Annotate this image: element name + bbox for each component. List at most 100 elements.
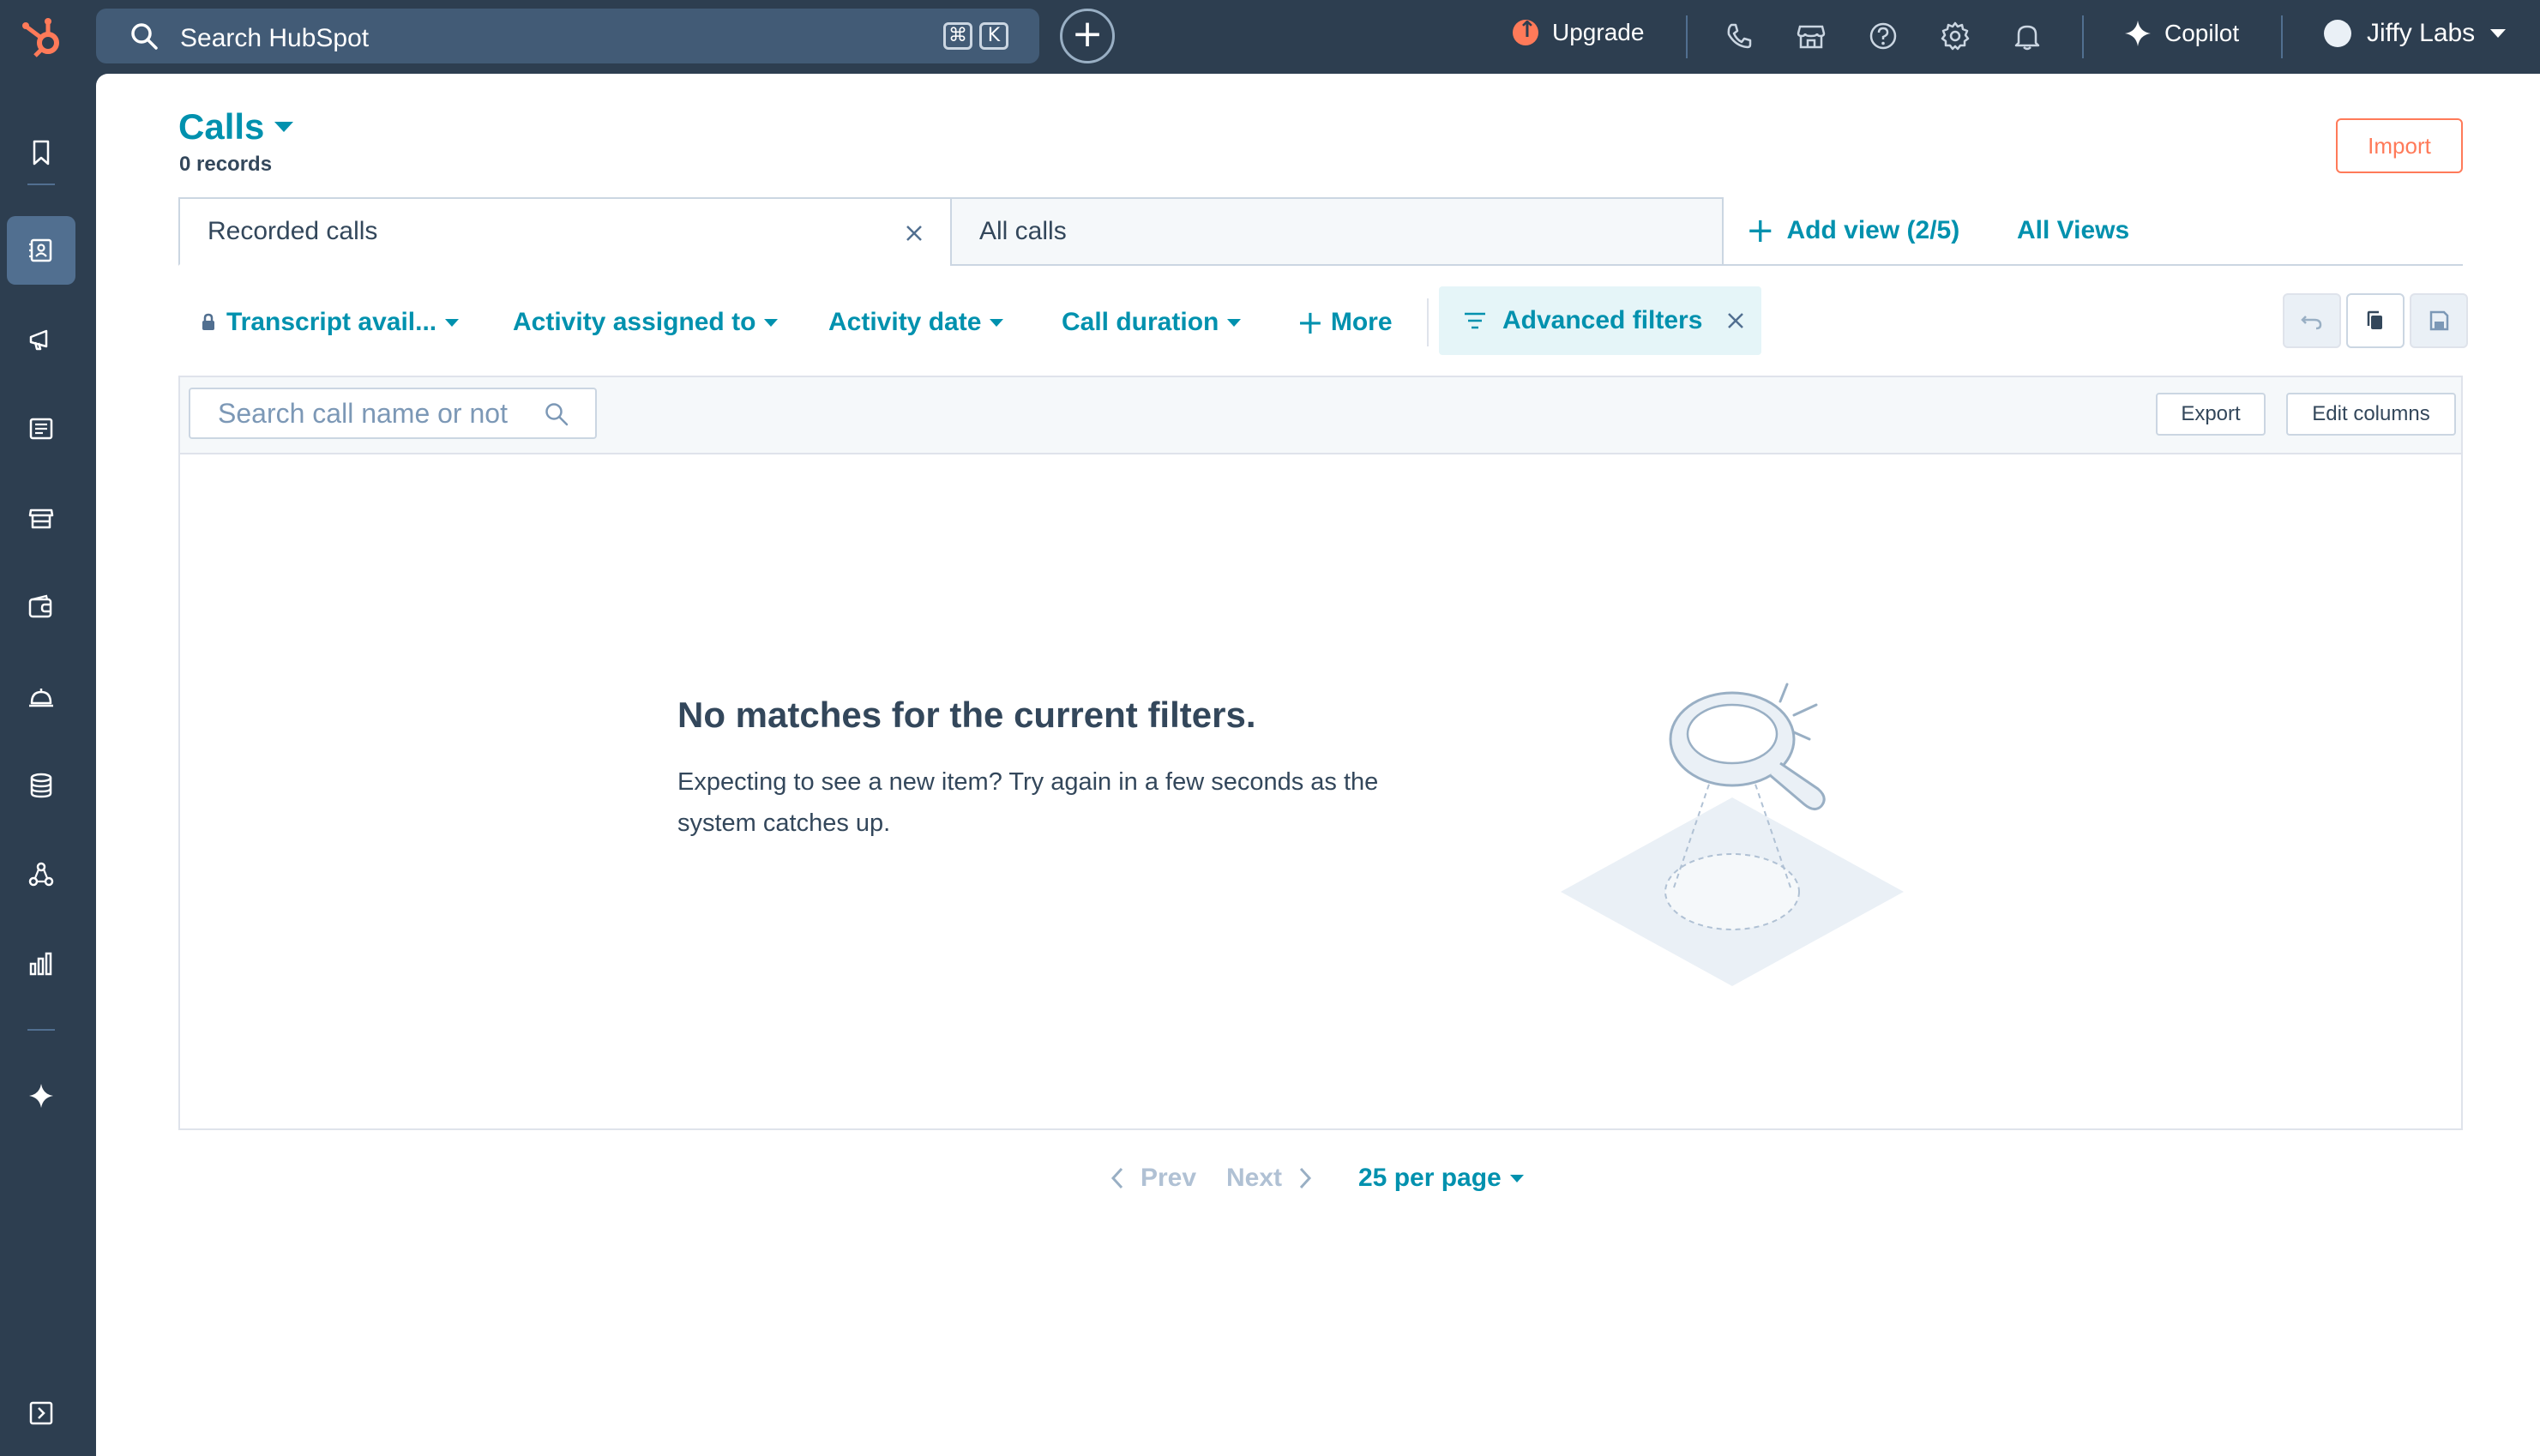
filter-label: Activity assigned to	[513, 308, 756, 336]
megaphone-icon	[29, 329, 48, 351]
caret-down-icon	[1227, 318, 1242, 327]
view-tab-all-calls[interactable]: All calls	[950, 197, 1724, 266]
save-view-button[interactable]	[2410, 293, 2468, 348]
chevron-left-icon	[1110, 1167, 1123, 1189]
all-views-link[interactable]: All Views	[2017, 216, 2129, 245]
hubspot-logo-icon[interactable]	[19, 12, 69, 62]
content-icon	[29, 418, 53, 440]
filter-activity-assigned-to[interactable]: Activity assigned to	[513, 305, 779, 340]
help-icon[interactable]	[1866, 19, 1900, 53]
sidebar-item-reporting[interactable]	[7, 930, 75, 998]
database-icon	[30, 773, 52, 798]
quick-create-button[interactable]: +	[1060, 9, 1115, 63]
advanced-filters-button[interactable]: Advanced filters	[1439, 286, 1761, 355]
close-icon[interactable]	[1724, 309, 1748, 333]
sidebar-item-commerce[interactable]	[7, 484, 75, 552]
copilot-label: Copilot	[2164, 20, 2240, 46]
topbar-divider	[2281, 15, 2283, 58]
search-icon	[131, 23, 158, 50]
caret-down-icon	[445, 318, 460, 327]
sidebar-divider	[27, 1029, 55, 1031]
sparkle-icon	[29, 1084, 53, 1108]
filter-label: Activity date	[828, 308, 982, 336]
sidebar-item-service[interactable]	[7, 662, 75, 731]
account-name: Jiffy Labs	[2367, 19, 2476, 47]
close-icon[interactable]	[902, 221, 926, 245]
storefront-icon	[28, 508, 54, 529]
tab-divider	[1724, 264, 2463, 266]
search-icon	[545, 403, 569, 426]
filter-call-duration[interactable]: Call duration	[1062, 305, 1242, 340]
caret-down-icon	[764, 318, 779, 327]
upgrade-arrow-icon	[1513, 17, 1538, 45]
add-view-label: Add view (2/5)	[1786, 216, 1960, 244]
next-page-button[interactable]: Next	[1226, 1161, 1315, 1195]
sidebar-item-sales[interactable]	[7, 573, 75, 641]
global-search-placeholder: Search HubSpot	[180, 24, 370, 52]
record-count: 0 records	[179, 153, 273, 176]
filter-activity-date[interactable]: Activity date	[828, 305, 1004, 340]
export-button[interactable]: Export	[2156, 393, 2266, 436]
prev-page-button[interactable]: Prev	[1108, 1161, 1196, 1195]
topbar-divider	[2082, 15, 2084, 58]
sidebar-divider	[27, 184, 55, 185]
plus-icon: +	[1746, 211, 1775, 250]
service-bell-icon	[29, 689, 53, 707]
caret-down-icon	[1509, 1174, 1524, 1182]
caret-down-icon	[990, 318, 1004, 327]
object-selector[interactable]: Calls	[178, 106, 294, 147]
view-tab-label: Recorded calls	[208, 217, 378, 245]
marketplace-icon[interactable]	[1794, 19, 1828, 53]
per-page-selector[interactable]: 25 per page	[1358, 1161, 1524, 1195]
magnifier-illustration	[1561, 683, 1904, 986]
more-filters-button[interactable]: + More	[1297, 304, 1393, 341]
reset-view-button[interactable]	[2283, 293, 2341, 348]
copilot-button[interactable]: Copilot	[2123, 19, 2239, 48]
empty-state-title: No matches for the current filters.	[677, 695, 1256, 735]
edit-columns-button[interactable]: Edit columns	[2286, 393, 2456, 436]
lock-icon	[202, 313, 214, 330]
sidebar-item-automation[interactable]	[7, 840, 75, 909]
undo-icon	[2301, 316, 2322, 330]
copy-icon	[2367, 310, 2382, 329]
upgrade-label: Upgrade	[1552, 19, 1645, 45]
chevron-down-icon	[2490, 29, 2507, 38]
sidebar-item-data-management[interactable]	[7, 751, 75, 820]
sidebar-item-content[interactable]	[7, 394, 75, 463]
filter-transcript-available[interactable]: Transcript avail...	[201, 305, 460, 340]
settings-icon[interactable]	[1938, 19, 1972, 53]
avatar	[2324, 20, 2351, 47]
command-key-hint: ⌘	[943, 22, 972, 50]
sidebar-item-crm[interactable]	[7, 216, 75, 285]
table-toolbar: Search call name or not Export Edit colu…	[180, 377, 2461, 454]
topbar-divider	[1686, 15, 1688, 58]
sidebar-item-bookmarks[interactable]	[7, 118, 75, 187]
sidebar-item-breeze[interactable]	[7, 1062, 75, 1130]
phone-icon[interactable]	[1722, 19, 1756, 53]
per-page-label: 25 per page	[1358, 1164, 1502, 1192]
add-view-button[interactable]: + Add view (2/5)	[1746, 211, 1960, 250]
top-navigation: Search HubSpot ⌘ K + Upgrade Copilot	[0, 0, 2540, 74]
global-search-input[interactable]: Search HubSpot ⌘ K	[96, 9, 1039, 63]
notifications-icon[interactable]	[2010, 19, 2044, 53]
upgrade-button[interactable]: Upgrade	[1513, 17, 1645, 46]
import-button[interactable]: Import	[2336, 118, 2463, 173]
sidebar-expand-button[interactable]	[7, 1379, 75, 1447]
clone-view-button[interactable]	[2346, 293, 2405, 348]
bookmark-icon	[33, 140, 50, 165]
advanced-filters-label: Advanced filters	[1502, 306, 1703, 334]
caret-down-icon	[274, 122, 294, 132]
save-icon	[2429, 310, 2449, 331]
filter-label: Transcript avail...	[226, 308, 437, 336]
sidebar-item-marketing[interactable]	[7, 305, 75, 374]
contacts-icon	[29, 238, 52, 262]
table-search-input[interactable]: Search call name or not	[189, 388, 597, 439]
more-label: More	[1330, 308, 1393, 336]
copilot-sparkle-icon	[2125, 21, 2151, 46]
account-menu[interactable]: Jiffy Labs	[2324, 19, 2507, 48]
view-tab-recorded-calls[interactable]: Recorded calls	[178, 197, 952, 266]
main-content: Calls 0 records Import Recorded calls Al…	[96, 74, 2540, 1456]
page-title: Calls	[178, 106, 265, 147]
calls-table: Search call name or not Export Edit colu…	[178, 376, 2463, 1130]
filter-divider	[1427, 298, 1429, 346]
